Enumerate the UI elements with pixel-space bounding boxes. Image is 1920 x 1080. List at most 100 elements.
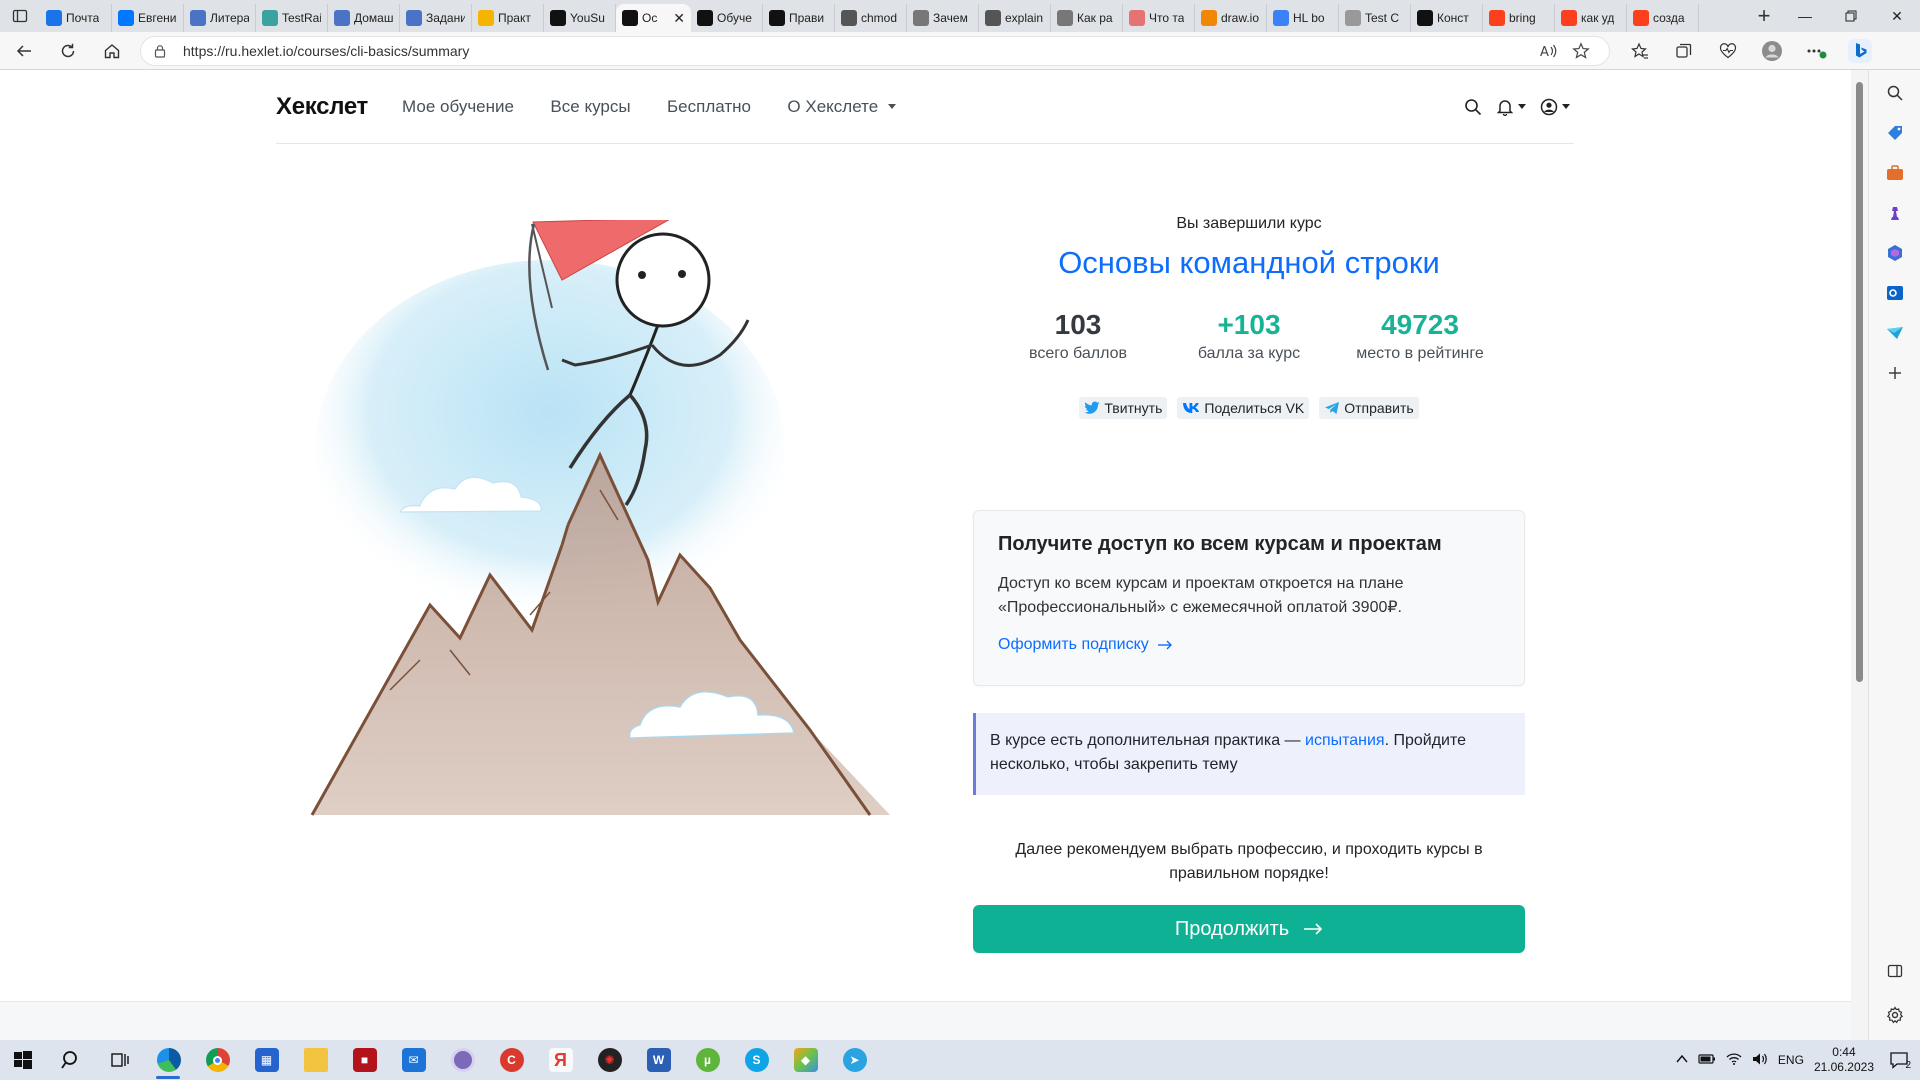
yandex-icon [1489,10,1505,26]
sidebar-hide-button[interactable] [1882,958,1908,984]
nav-about-dropdown[interactable]: О Хекслете [787,97,897,117]
taskbar-search-button[interactable] [46,1040,95,1080]
browser-tab[interactable]: Задани [400,4,472,32]
sidebar-drop-button[interactable] [1882,320,1908,346]
nav-all-courses[interactable]: Все курсы [550,97,630,117]
task-view-button[interactable] [95,1040,144,1080]
hexlet-logo[interactable]: Хекслет [276,93,368,121]
settings-menu-button[interactable] [1794,34,1838,68]
browser-tab[interactable]: Как ра [1051,4,1123,32]
taskbar-chrome[interactable] [193,1040,242,1080]
stat-value: 49723 [1381,309,1459,340]
browser-tab[interactable]: созда [1627,4,1699,32]
taskbar-opera[interactable] [438,1040,487,1080]
favorite-star-button[interactable] [1565,41,1597,60]
taskbar-utorrent[interactable]: µ [683,1040,732,1080]
yandex-browser-icon: Я [548,1048,573,1072]
sidebar-games-button[interactable] [1882,200,1908,226]
refresh-button[interactable] [48,34,88,68]
sidebar-add-button[interactable] [1882,360,1908,386]
notification-center-button[interactable]: 2 [1884,1045,1914,1075]
browser-tab[interactable]: draw.io [1195,4,1267,32]
browser-tab[interactable]: Зачем [907,4,979,32]
browser-tab[interactable]: chmod [835,4,907,32]
sidebar-settings-button[interactable] [1882,1002,1908,1028]
browser-tab[interactable]: Прави [763,4,835,32]
search-button[interactable] [1464,98,1482,116]
browser-tab[interactable]: Ос ✕ [616,4,691,32]
browser-tab[interactable]: Практ [472,4,544,32]
browser-tab[interactable]: Почта [40,4,112,32]
browser-tab[interactable]: как уд [1555,4,1627,32]
new-tab-button[interactable]: + [1746,0,1782,32]
taskbar-store[interactable]: ▦ [242,1040,291,1080]
browser-tab[interactable]: Евгений [112,4,184,32]
close-window-button[interactable]: ✕ [1874,0,1920,32]
minimize-button[interactable]: — [1782,0,1828,32]
caret-down-icon [1562,104,1570,109]
sidebar-outlook-button[interactable] [1882,280,1908,306]
bing-chat-button[interactable] [1838,34,1882,68]
vk-share-button[interactable]: Поделиться VK [1177,397,1310,419]
browser-tab[interactable]: YouSu [544,4,616,32]
twitter-share-button[interactable]: Твитнуть [1079,397,1168,419]
nav-my-learning[interactable]: Мое обучение [402,97,514,117]
clock[interactable]: 0:44 21.06.2023 [1814,1045,1874,1075]
read-aloud-button[interactable]: A [1533,43,1565,59]
browser-tab[interactable]: explain [979,4,1051,32]
taskbar-skype[interactable]: S [732,1040,781,1080]
continue-button[interactable]: Продолжить [973,905,1525,953]
browser-tab[interactable]: bring [1483,4,1555,32]
sidebar-search-button[interactable] [1882,80,1908,106]
taskbar-explorer[interactable] [291,1040,340,1080]
notifications-dropdown[interactable] [1496,98,1526,116]
nav-free[interactable]: Бесплатно [667,97,751,117]
sidebar-tools-button[interactable] [1882,160,1908,186]
browser-tab[interactable]: Test C [1339,4,1411,32]
taskbar-red-app[interactable]: ■ [340,1040,389,1080]
taskbar-word[interactable]: W [634,1040,683,1080]
browser-essentials-button[interactable] [1706,34,1750,68]
tab-actions-button[interactable] [0,0,40,32]
address-bar[interactable]: https://ru.hexlet.io/courses/cli-basics/… [140,35,1610,66]
profile-button[interactable] [1750,34,1794,68]
course-title[interactable]: Основы командной строки [973,245,1525,281]
browser-tab[interactable]: Обуче [691,4,763,32]
tray-expand-button[interactable] [1676,1053,1688,1067]
stats-row: 103 всего баллов +103 балла за курс 4972… [973,309,1525,363]
sidebar-office-button[interactable] [1882,240,1908,266]
user-menu-dropdown[interactable] [1540,98,1570,116]
subscribe-link[interactable]: Оформить подписку [998,636,1173,654]
back-button[interactable] [4,34,44,68]
taskbar-ccleaner[interactable]: C [487,1040,536,1080]
taskbar-mail[interactable]: ✉ [389,1040,438,1080]
taskbar-postman[interactable]: ◆ [781,1040,830,1080]
browser-tab[interactable]: TestRail [256,4,328,32]
restore-button[interactable] [1828,0,1874,32]
page-scrollbar[interactable] [1851,70,1868,1040]
browser-tab[interactable]: Что та [1123,4,1195,32]
twitter-icon [1084,401,1100,414]
close-tab-icon[interactable]: ✕ [673,10,685,27]
input-language[interactable]: ENG [1778,1053,1804,1067]
favorites-button[interactable] [1618,34,1662,68]
volume-icon[interactable] [1752,1052,1768,1069]
battery-icon[interactable] [1698,1053,1716,1068]
sidebar-shopping-button[interactable] [1882,120,1908,146]
browser-tab[interactable]: Литера [184,4,256,32]
taskbar-yandex[interactable]: Я [536,1040,585,1080]
drive-icon [478,10,494,26]
browser-tab[interactable]: HL bo [1267,4,1339,32]
telegram-share-button[interactable]: Отправить [1319,397,1419,419]
browser-tab[interactable]: Конст [1411,4,1483,32]
collections-button[interactable] [1662,34,1706,68]
taskbar-edge[interactable] [144,1040,193,1080]
scrollbar-thumb[interactable] [1856,82,1863,682]
taskbar-davinci[interactable]: ✺ [585,1040,634,1080]
home-button[interactable] [92,34,132,68]
start-button[interactable] [0,1040,46,1080]
browser-tab[interactable]: Домашн [328,4,400,32]
wifi-icon[interactable] [1726,1052,1742,1069]
challenges-link[interactable]: испытания [1305,732,1385,749]
taskbar-telegram[interactable]: ➤ [830,1040,879,1080]
